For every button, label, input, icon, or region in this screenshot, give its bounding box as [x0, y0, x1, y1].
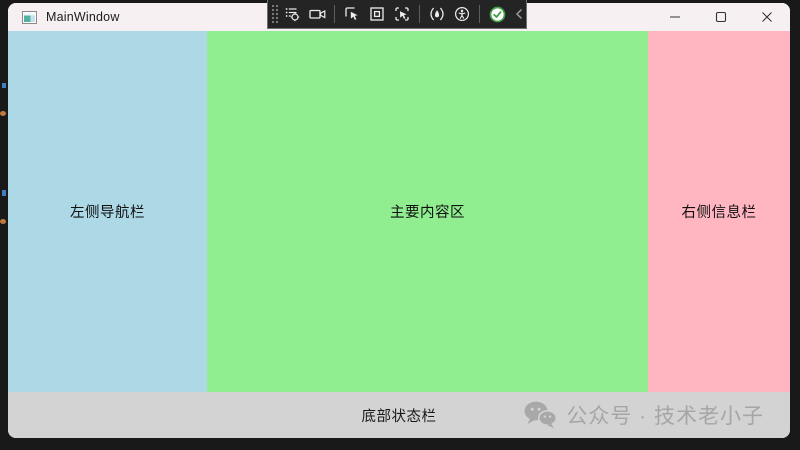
- background-artifact: [0, 219, 6, 224]
- maximize-icon: [715, 11, 727, 23]
- display-layout-adorners-button[interactable]: [366, 2, 388, 26]
- toolbar-divider: [479, 5, 480, 23]
- main-content-panel: 主要内容区: [207, 31, 648, 392]
- hot-reload-button[interactable]: [426, 2, 448, 26]
- right-info-label: 右侧信息栏: [682, 201, 757, 222]
- toolbar-divider: [334, 5, 335, 23]
- capture-screenshot-button[interactable]: [306, 2, 328, 26]
- window-content: 左侧导航栏 主要内容区 右侧信息栏: [8, 31, 790, 392]
- layout-adorners-icon: [369, 6, 385, 22]
- camera-icon: [309, 6, 326, 22]
- close-button[interactable]: [744, 3, 790, 31]
- watermark: 公众号 · 技术老小子: [523, 400, 764, 430]
- toolbar-grip-handle[interactable]: [270, 3, 278, 25]
- main-content-label: 主要内容区: [390, 201, 465, 222]
- collapse-toolbar-button[interactable]: [511, 2, 527, 26]
- app-icon: [22, 11, 37, 24]
- background-artifact: [2, 190, 6, 196]
- minimize-button[interactable]: [652, 3, 698, 31]
- track-focused-element-button[interactable]: [391, 2, 413, 26]
- minimize-icon: [669, 11, 681, 23]
- wechat-icon: [523, 400, 557, 430]
- vs-debug-toolbar: [267, 0, 527, 29]
- live-visual-tree-icon: [284, 6, 300, 22]
- hot-reload-status-button[interactable]: [486, 2, 508, 26]
- desktop-background: MainWindow: [0, 0, 800, 450]
- background-artifact: [2, 83, 6, 88]
- select-element-button[interactable]: [341, 2, 363, 26]
- hot-reload-icon: [429, 6, 445, 22]
- hot-reload-success-icon: [489, 6, 506, 23]
- left-nav-label: 左侧导航栏: [70, 201, 145, 222]
- track-focused-element-icon: [394, 6, 410, 22]
- maximize-button[interactable]: [698, 3, 744, 31]
- status-bar-label: 底部状态栏: [362, 405, 437, 426]
- main-window: MainWindow: [8, 3, 790, 438]
- chevron-left-icon: [513, 7, 525, 21]
- status-bar: 底部状态栏 公众号 · 技术老小子: [8, 392, 790, 438]
- toolbar-divider: [419, 5, 420, 23]
- select-element-icon: [344, 6, 360, 22]
- live-visual-tree-button[interactable]: [281, 2, 303, 26]
- accessibility-checker-icon: [454, 6, 470, 22]
- window-controls: [652, 3, 790, 31]
- right-info-panel: 右侧信息栏: [648, 31, 790, 392]
- close-icon: [761, 11, 773, 23]
- background-artifact: [0, 111, 6, 116]
- accessibility-checker-button[interactable]: [451, 2, 473, 26]
- left-nav-panel: 左侧导航栏: [8, 31, 207, 392]
- window-title: MainWindow: [46, 10, 120, 24]
- watermark-text: 公众号 · 技术老小子: [566, 400, 764, 430]
